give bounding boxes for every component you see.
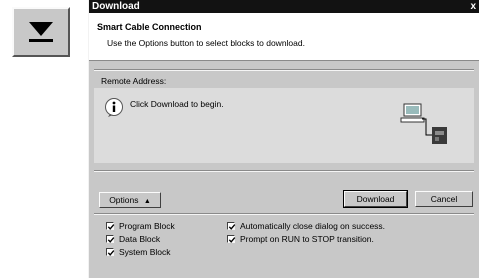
checkbox-box[interactable]	[227, 235, 236, 243]
check-icon	[107, 250, 115, 256]
check-icon	[107, 224, 115, 230]
checkbox-box[interactable]	[106, 222, 115, 230]
download-button[interactable]: Download	[343, 190, 408, 208]
options-button[interactable]: Options ▲	[99, 192, 161, 208]
info-message: Click Download to begin.	[130, 99, 224, 109]
options-label: Options	[109, 195, 139, 205]
cancel-button[interactable]: Cancel	[415, 191, 473, 207]
program-block-label: Program Block	[119, 221, 175, 231]
check-icon	[107, 237, 115, 243]
divider	[94, 170, 474, 172]
header-title: Smart Cable Connection	[97, 22, 202, 32]
pc-to-plc-connection-icon	[400, 103, 447, 144]
download-arrow-icon	[29, 22, 53, 42]
dialog-header: Smart Cable Connection Use the Options b…	[89, 13, 479, 61]
close-icon[interactable]: x	[470, 0, 476, 13]
divider	[94, 213, 474, 215]
remote-address-label: Remote Address:	[101, 76, 167, 86]
data-block-checkbox[interactable]: Data Block	[106, 234, 160, 244]
check-icon	[228, 237, 236, 243]
auto-close-checkbox[interactable]: Automatically close dialog on success.	[227, 221, 385, 231]
prompt-run-stop-label: Prompt on RUN to STOP transition.	[240, 234, 374, 244]
options-chevron-icon: ▲	[143, 198, 151, 205]
checkbox-box[interactable]	[106, 248, 115, 256]
info-icon	[105, 98, 123, 117]
auto-close-label: Automatically close dialog on success.	[240, 221, 386, 231]
data-block-label: Data Block	[119, 234, 161, 244]
divider	[94, 69, 474, 71]
download-toolbar-button[interactable]	[12, 7, 70, 57]
system-block-label: System Block	[119, 247, 171, 257]
program-block-checkbox[interactable]: Program Block	[106, 221, 175, 231]
system-block-checkbox[interactable]: System Block	[106, 247, 171, 257]
dialog-title: Download	[92, 1, 140, 12]
checkbox-box[interactable]	[227, 222, 236, 230]
checkbox-box[interactable]	[106, 235, 115, 243]
check-icon	[228, 224, 236, 230]
title-bar: Download x	[89, 0, 479, 13]
status-panel: Click Download to begin.	[94, 88, 474, 163]
download-dialog: Download x Smart Cable Connection Use th…	[88, 0, 479, 278]
header-subtitle: Use the Options button to select blocks …	[107, 38, 305, 48]
prompt-run-stop-checkbox[interactable]: Prompt on RUN to STOP transition.	[227, 234, 374, 244]
